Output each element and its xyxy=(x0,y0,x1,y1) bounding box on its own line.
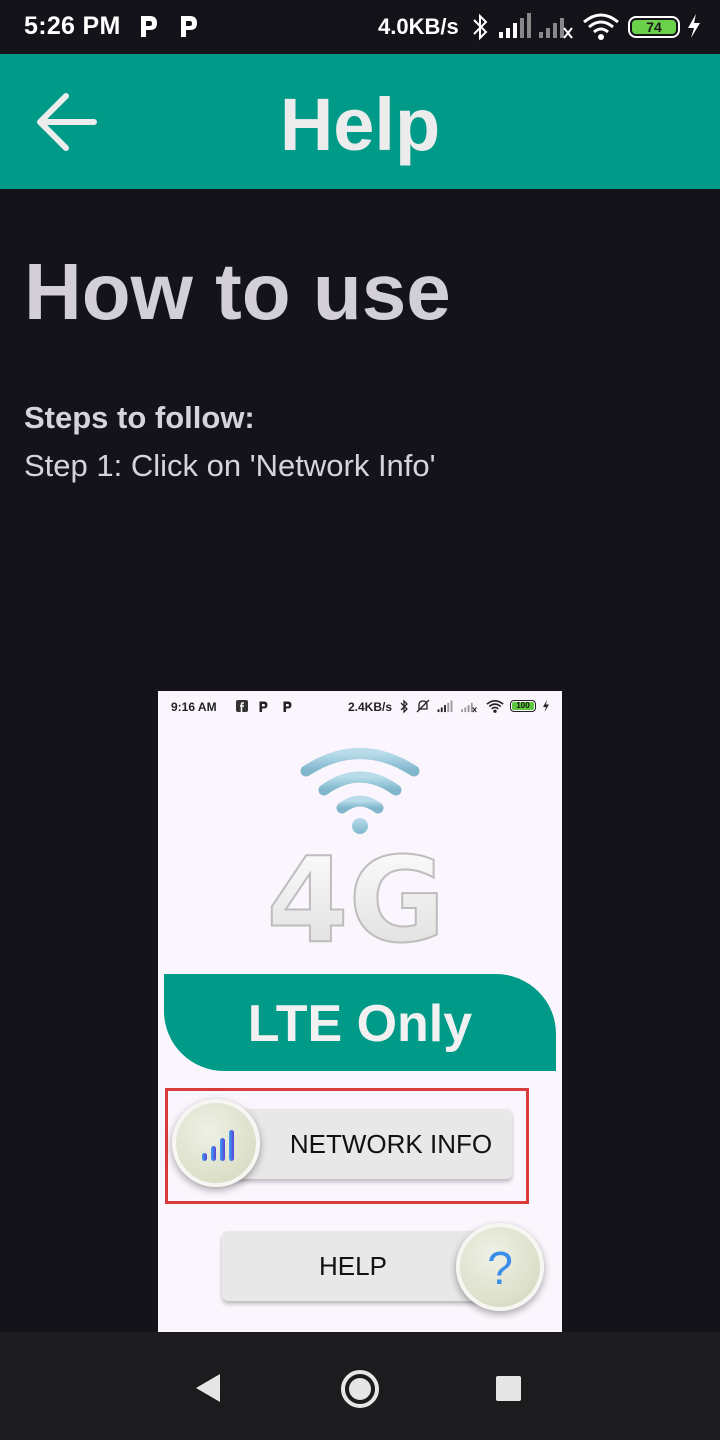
help-button[interactable]: HELP xyxy=(222,1231,484,1301)
status-time: 5:26 PM xyxy=(24,12,121,40)
facebook-icon xyxy=(236,700,248,712)
battery-level: 74 xyxy=(632,20,676,34)
nav-back-button[interactable] xyxy=(184,1362,234,1412)
signal-off-icon xyxy=(461,702,477,713)
signal-icon xyxy=(499,13,531,38)
screenshot-battery-level: 100 xyxy=(512,702,534,710)
wifi-icon xyxy=(583,13,619,40)
tutorial-screenshot: 9:16 AM 2.4KB/s 100 4G LTE Only NETWORK … xyxy=(158,691,562,1332)
4g-logo-text: 4G xyxy=(267,831,446,961)
bluetooth-icon xyxy=(400,699,408,714)
screenshot-battery-icon: 100 xyxy=(510,700,536,712)
network-speed: 4.0KB/s xyxy=(378,14,459,39)
screenshot-status-bar: 9:16 AM 2.4KB/s 100 xyxy=(158,691,562,721)
bluetooth-icon xyxy=(473,13,488,41)
help-badge[interactable]: ? xyxy=(456,1223,544,1311)
battery-icon: 74 xyxy=(628,16,680,38)
how-to-use-heading: How to use xyxy=(24,247,451,336)
p-app-icon xyxy=(141,16,157,37)
step-1-text: Step 1: Click on 'Network Info' xyxy=(24,448,436,483)
back-triangle-icon xyxy=(196,1374,220,1402)
p-app-icon xyxy=(283,701,292,712)
steps-title: Steps to follow: xyxy=(24,400,255,435)
mute-icon xyxy=(416,699,430,713)
navigation-bar xyxy=(0,1332,720,1440)
signal-icon xyxy=(437,700,453,713)
signal-off-icon xyxy=(539,18,573,39)
charging-icon xyxy=(688,14,700,38)
nav-recents-button[interactable] xyxy=(484,1362,534,1412)
charging-icon xyxy=(543,700,549,712)
lte-only-banner: LTE Only xyxy=(164,974,556,1071)
lte-only-text: LTE Only xyxy=(247,995,473,1053)
nav-home-button[interactable] xyxy=(335,1362,385,1412)
recents-square-icon xyxy=(496,1376,521,1401)
4g-wifi-logo: 4G xyxy=(266,748,446,961)
signal-bars-icon xyxy=(202,1130,234,1161)
page-title: Help xyxy=(279,83,441,166)
app-bar: Help xyxy=(0,54,720,189)
p-app-icon xyxy=(259,701,268,712)
p-app-icon xyxy=(181,16,197,37)
screenshot-time: 9:16 AM xyxy=(171,700,217,714)
status-bar: 5:26 PM 4.0KB/s 74 xyxy=(0,0,720,54)
home-circle-icon xyxy=(341,1370,379,1408)
wifi-icon xyxy=(486,699,504,713)
question-mark-icon: ? xyxy=(487,1242,513,1294)
signal-bars-badge xyxy=(172,1099,260,1187)
screenshot-speed: 2.4KB/s xyxy=(348,700,393,714)
